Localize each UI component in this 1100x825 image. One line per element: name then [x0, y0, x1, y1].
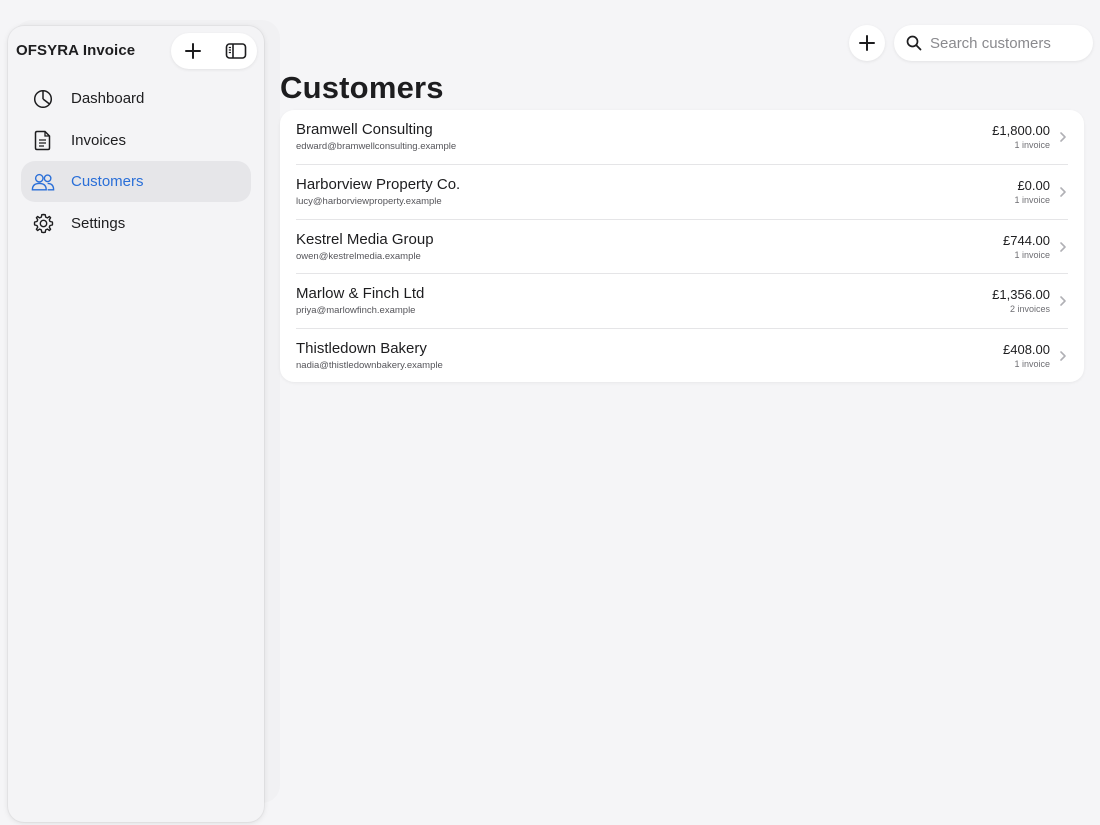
invoice-count: 1 invoice — [1014, 140, 1050, 150]
customer-name: Harborview Property Co. — [296, 176, 461, 194]
users-icon — [31, 170, 55, 194]
customer-amount: £1,800.00 — [992, 123, 1050, 138]
search-input[interactable] — [930, 34, 1080, 52]
search-bar — [894, 25, 1093, 61]
invoice-count: 2 invoices — [1009, 304, 1050, 315]
customer-email: edward@bramwellconsulting.example — [296, 141, 457, 152]
customer-name: Marlow & Finch Ltd — [296, 285, 425, 303]
customer-email: priya@marlowfinch.example — [296, 305, 416, 317]
app-title: OFSYRA Invoice — [16, 42, 136, 59]
customer-row[interactable]: Bramwell Consulting edward@bramwellconsu… — [296, 110, 1068, 164]
chevron-right-icon — [1060, 296, 1066, 306]
sidebar-item-customers[interactable]: Customers — [21, 161, 251, 203]
search-icon — [906, 35, 922, 51]
chart-pie-icon — [31, 87, 55, 111]
invoice-count: 1 invoice — [1014, 195, 1050, 206]
chevron-right-icon — [1060, 187, 1066, 198]
customer-row[interactable]: Kestrel Media Group owen@kestrelmedia.ex… — [296, 218, 1068, 273]
document-icon — [31, 128, 55, 152]
customer-amount: £0.00 — [1017, 178, 1050, 194]
sidebar-header: OFSYRA Invoice — [8, 26, 264, 76]
sidebar-item-label: Dashboard — [71, 90, 145, 107]
add-customer-button[interactable] — [849, 25, 885, 61]
sidebar-item-label: Settings — [71, 214, 126, 232]
invoice-count: 1 invoice — [1014, 358, 1050, 369]
customer-email: lucy@harborviewproperty.example — [296, 196, 442, 208]
customer-name: Kestrel Media Group — [296, 230, 434, 248]
plus-icon — [859, 35, 875, 51]
sidebar-toggle-icon — [225, 43, 246, 59]
plus-icon — [184, 43, 201, 59]
sidebar-header-buttons — [171, 33, 257, 69]
chevron-right-icon — [1060, 350, 1066, 361]
customer-row[interactable]: Marlow & Finch Ltd priya@marlowfinch.exa… — [296, 273, 1068, 327]
customer-row[interactable]: Thistledown Bakery nadia@thistledownbake… — [296, 327, 1068, 382]
customer-amount: £1,356.00 — [992, 287, 1050, 303]
customer-name: Bramwell Consulting — [296, 121, 433, 138]
customer-row[interactable]: Harborview Property Co. lucy@harborviewp… — [296, 164, 1068, 218]
sidebar-item-invoices[interactable]: Invoices — [21, 120, 251, 161]
chevron-right-icon — [1060, 132, 1066, 142]
sidebar-nav: Dashboard Invoices Customers Settings — [21, 78, 251, 244]
sidebar-item-settings[interactable]: Settings — [21, 203, 251, 244]
sidebar-item-label: Customers — [71, 173, 144, 191]
toggle-sidebar-button[interactable] — [219, 36, 253, 66]
invoice-count: 1 invoice — [1014, 249, 1050, 260]
customer-email: owen@kestrelmedia.example — [296, 250, 421, 262]
customer-amount: £408.00 — [1003, 341, 1050, 357]
new-item-button[interactable] — [176, 36, 210, 66]
sidebar: OFSYRA Invoice Dashboard Invoices Custom… — [8, 26, 264, 822]
customer-name: Thistledown Bakery — [296, 339, 427, 357]
sidebar-item-label: Invoices — [71, 131, 127, 149]
customer-list: Bramwell Consulting edward@bramwellconsu… — [280, 110, 1084, 382]
app-window: OFSYRA Invoice Dashboard Invoices Custom… — [0, 0, 1100, 825]
sidebar-item-dashboard[interactable]: Dashboard — [21, 78, 251, 119]
gear-icon — [31, 211, 55, 235]
customer-email: nadia@thistledownbakery.example — [296, 359, 443, 371]
customer-amount: £744.00 — [1003, 232, 1050, 248]
page-title: Customers — [280, 70, 444, 105]
chevron-right-icon — [1060, 241, 1066, 252]
